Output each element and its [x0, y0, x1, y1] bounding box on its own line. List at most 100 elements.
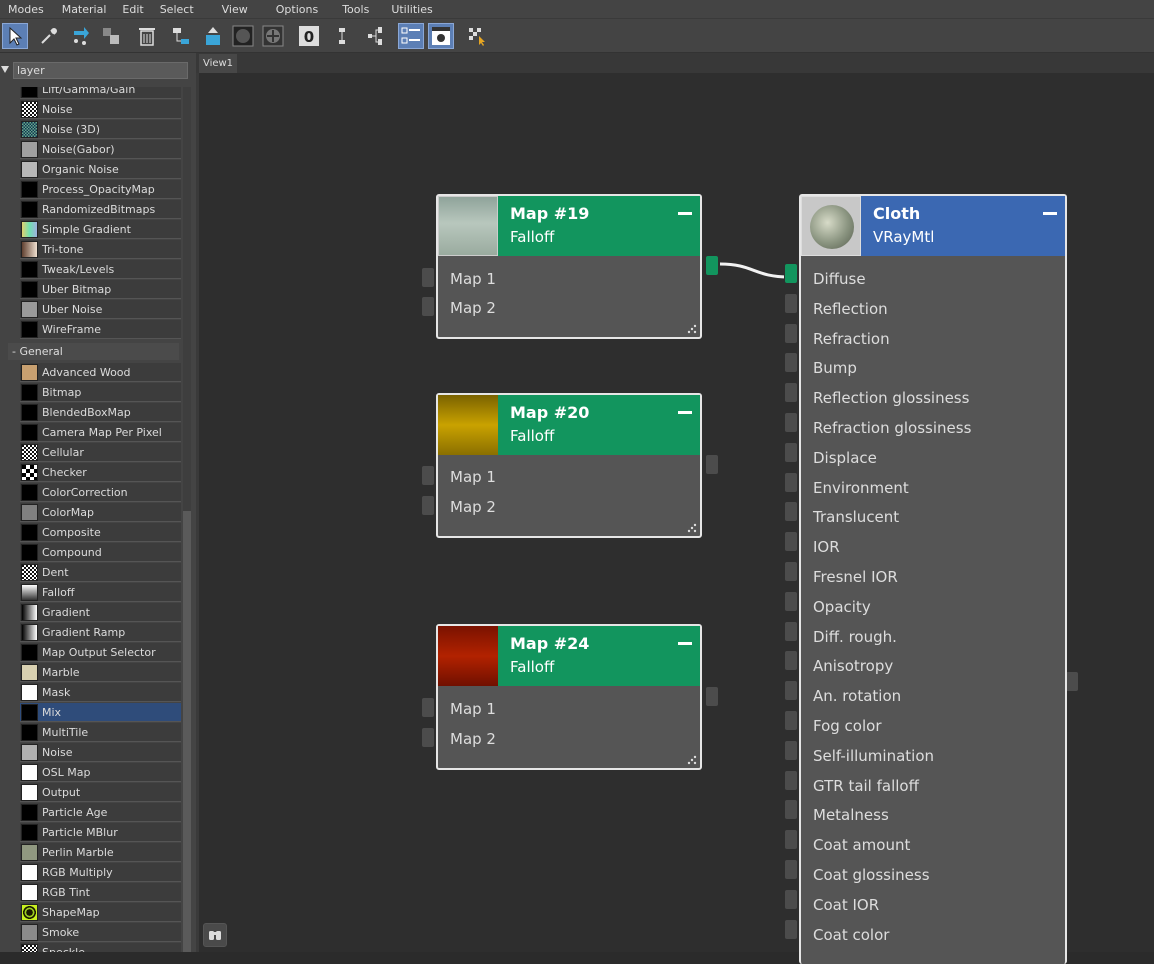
list-item[interactable]: Mask — [20, 683, 181, 702]
list-item[interactable]: MultiTile — [20, 723, 181, 742]
minimize-icon[interactable] — [1043, 212, 1057, 215]
collapse-triangle-icon[interactable] — [1, 66, 9, 73]
category-header-general[interactable]: - General — [8, 343, 179, 360]
delete-button[interactable] — [134, 23, 160, 49]
input-socket[interactable] — [784, 292, 798, 314]
input-socket[interactable] — [784, 352, 798, 374]
list-item[interactable]: Process_OpacityMap — [20, 180, 181, 199]
map-list[interactable]: Lift/Gamma/Gain Noise Noise (3D) Noise(Gabo… — [0, 87, 183, 952]
list-item[interactable]: Simple Gradient — [20, 220, 181, 239]
input-socket[interactable] — [784, 322, 798, 344]
resize-grip-icon[interactable] — [687, 324, 697, 334]
show-map-button[interactable] — [200, 23, 226, 49]
list-item[interactable]: Particle Age — [20, 803, 181, 822]
node-cloth[interactable]: Cloth VRayMtl Diffuse Reflection Refractio… — [799, 194, 1067, 964]
list-item[interactable]: Composite — [20, 523, 181, 542]
input-socket[interactable] — [784, 382, 798, 404]
list-item[interactable]: Perlin Marble — [20, 843, 181, 862]
select-by-material-button[interactable] — [464, 23, 490, 49]
list-item[interactable]: Tweak/Levels — [20, 260, 181, 279]
menu-modes[interactable]: Modes — [0, 0, 52, 19]
menu-select[interactable]: Select — [152, 0, 202, 19]
map1-input-socket[interactable] — [421, 267, 435, 288]
pan-button[interactable] — [203, 923, 227, 947]
list-item[interactable]: BlendedBoxMap — [20, 403, 181, 422]
input-socket[interactable] — [784, 799, 798, 821]
material-id-button[interactable]: 0 — [296, 23, 322, 49]
list-item[interactable]: Speckle — [20, 943, 181, 952]
node-map19[interactable]: Map #19 Falloff Map 1 Map 2 — [436, 194, 702, 339]
list-item[interactable]: Advanced Wood — [20, 363, 181, 382]
list-item[interactable]: Organic Noise — [20, 160, 181, 179]
list-item[interactable]: Bitmap — [20, 383, 181, 402]
list-item[interactable]: Cellular — [20, 443, 181, 462]
list-item[interactable]: Noise — [20, 743, 181, 762]
input-socket[interactable] — [784, 650, 798, 672]
menu-view[interactable]: View — [202, 0, 256, 19]
diffuse-input-socket[interactable] — [784, 263, 798, 284]
list-item[interactable]: RGB Tint — [20, 883, 181, 902]
list-item[interactable]: Checker — [20, 463, 181, 482]
pick-material-button[interactable] — [36, 23, 62, 49]
map1-input-socket[interactable] — [421, 465, 435, 486]
map2-input-socket[interactable] — [421, 296, 435, 317]
list-item[interactable]: Tri-tone — [20, 240, 181, 259]
output-socket[interactable] — [705, 454, 719, 475]
layout-vertical-button[interactable] — [332, 23, 358, 49]
show-shaded-button[interactable] — [230, 23, 256, 49]
list-item[interactable]: ShapeMap — [20, 903, 181, 922]
list-item[interactable]: Gradient — [20, 603, 181, 622]
minimize-icon[interactable] — [678, 642, 692, 645]
input-socket[interactable] — [784, 501, 798, 523]
input-socket[interactable] — [784, 590, 798, 612]
list-item[interactable]: Output — [20, 783, 181, 802]
list-item[interactable]: ColorCorrection — [20, 483, 181, 502]
select-tool-button[interactable] — [2, 23, 28, 49]
input-socket[interactable] — [784, 471, 798, 493]
input-socket[interactable] — [784, 441, 798, 463]
list-item[interactable]: Lift/Gamma/Gain — [20, 87, 181, 99]
layout-horizontal-button[interactable] — [362, 23, 388, 49]
input-socket[interactable] — [784, 888, 798, 910]
menu-material[interactable]: Material — [52, 0, 115, 19]
list-item[interactable]: Noise(Gabor) — [20, 140, 181, 159]
menu-utilities[interactable]: Utilities — [377, 0, 440, 19]
resize-grip-icon[interactable] — [687, 755, 697, 765]
list-item[interactable]: Noise — [20, 100, 181, 119]
show-background-button[interactable] — [260, 23, 286, 49]
menu-edit[interactable]: Edit — [114, 0, 151, 19]
search-input[interactable]: layer — [13, 62, 188, 79]
parameter-editor-button[interactable] — [398, 23, 424, 49]
list-item[interactable]: Uber Noise — [20, 300, 181, 319]
list-item[interactable]: RandomizedBitmaps — [20, 200, 181, 219]
list-item[interactable]: Compound — [20, 543, 181, 562]
menu-tools[interactable]: Tools — [326, 0, 377, 19]
input-socket[interactable] — [784, 710, 798, 731]
output-socket[interactable] — [705, 686, 719, 707]
input-socket[interactable] — [784, 680, 798, 702]
node-header[interactable]: Map #24 Falloff — [438, 626, 700, 686]
input-socket[interactable] — [784, 620, 798, 642]
input-socket[interactable] — [784, 739, 798, 761]
node-header[interactable]: Map #19 Falloff — [438, 196, 700, 256]
list-item[interactable]: Marble — [20, 663, 181, 682]
assign-material-button[interactable] — [98, 23, 124, 49]
list-item[interactable]: RGB Multiply — [20, 863, 181, 882]
list-item[interactable]: Noise (3D) — [20, 120, 181, 139]
node-header[interactable]: Map #20 Falloff — [438, 395, 700, 455]
input-socket[interactable] — [784, 918, 798, 940]
minimize-icon[interactable] — [678, 212, 692, 215]
input-socket[interactable] — [784, 561, 798, 582]
put-to-scene-button[interactable] — [68, 23, 94, 49]
node-header[interactable]: Cloth VRayMtl — [801, 196, 1065, 256]
list-item[interactable]: ColorMap — [20, 503, 181, 522]
output-socket[interactable] — [1065, 671, 1079, 692]
scrollbar-thumb[interactable] — [183, 511, 191, 952]
list-item[interactable]: Falloff — [20, 583, 181, 602]
input-socket[interactable] — [784, 829, 798, 851]
node-canvas[interactable]: Map #19 Falloff Map 1 Map 2 Map #20 Fall… — [196, 73, 1154, 964]
list-item[interactable]: Dent — [20, 563, 181, 582]
resize-grip-icon[interactable] — [687, 523, 697, 533]
map1-input-socket[interactable] — [421, 697, 435, 718]
list-item[interactable]: WireFrame — [20, 320, 181, 339]
